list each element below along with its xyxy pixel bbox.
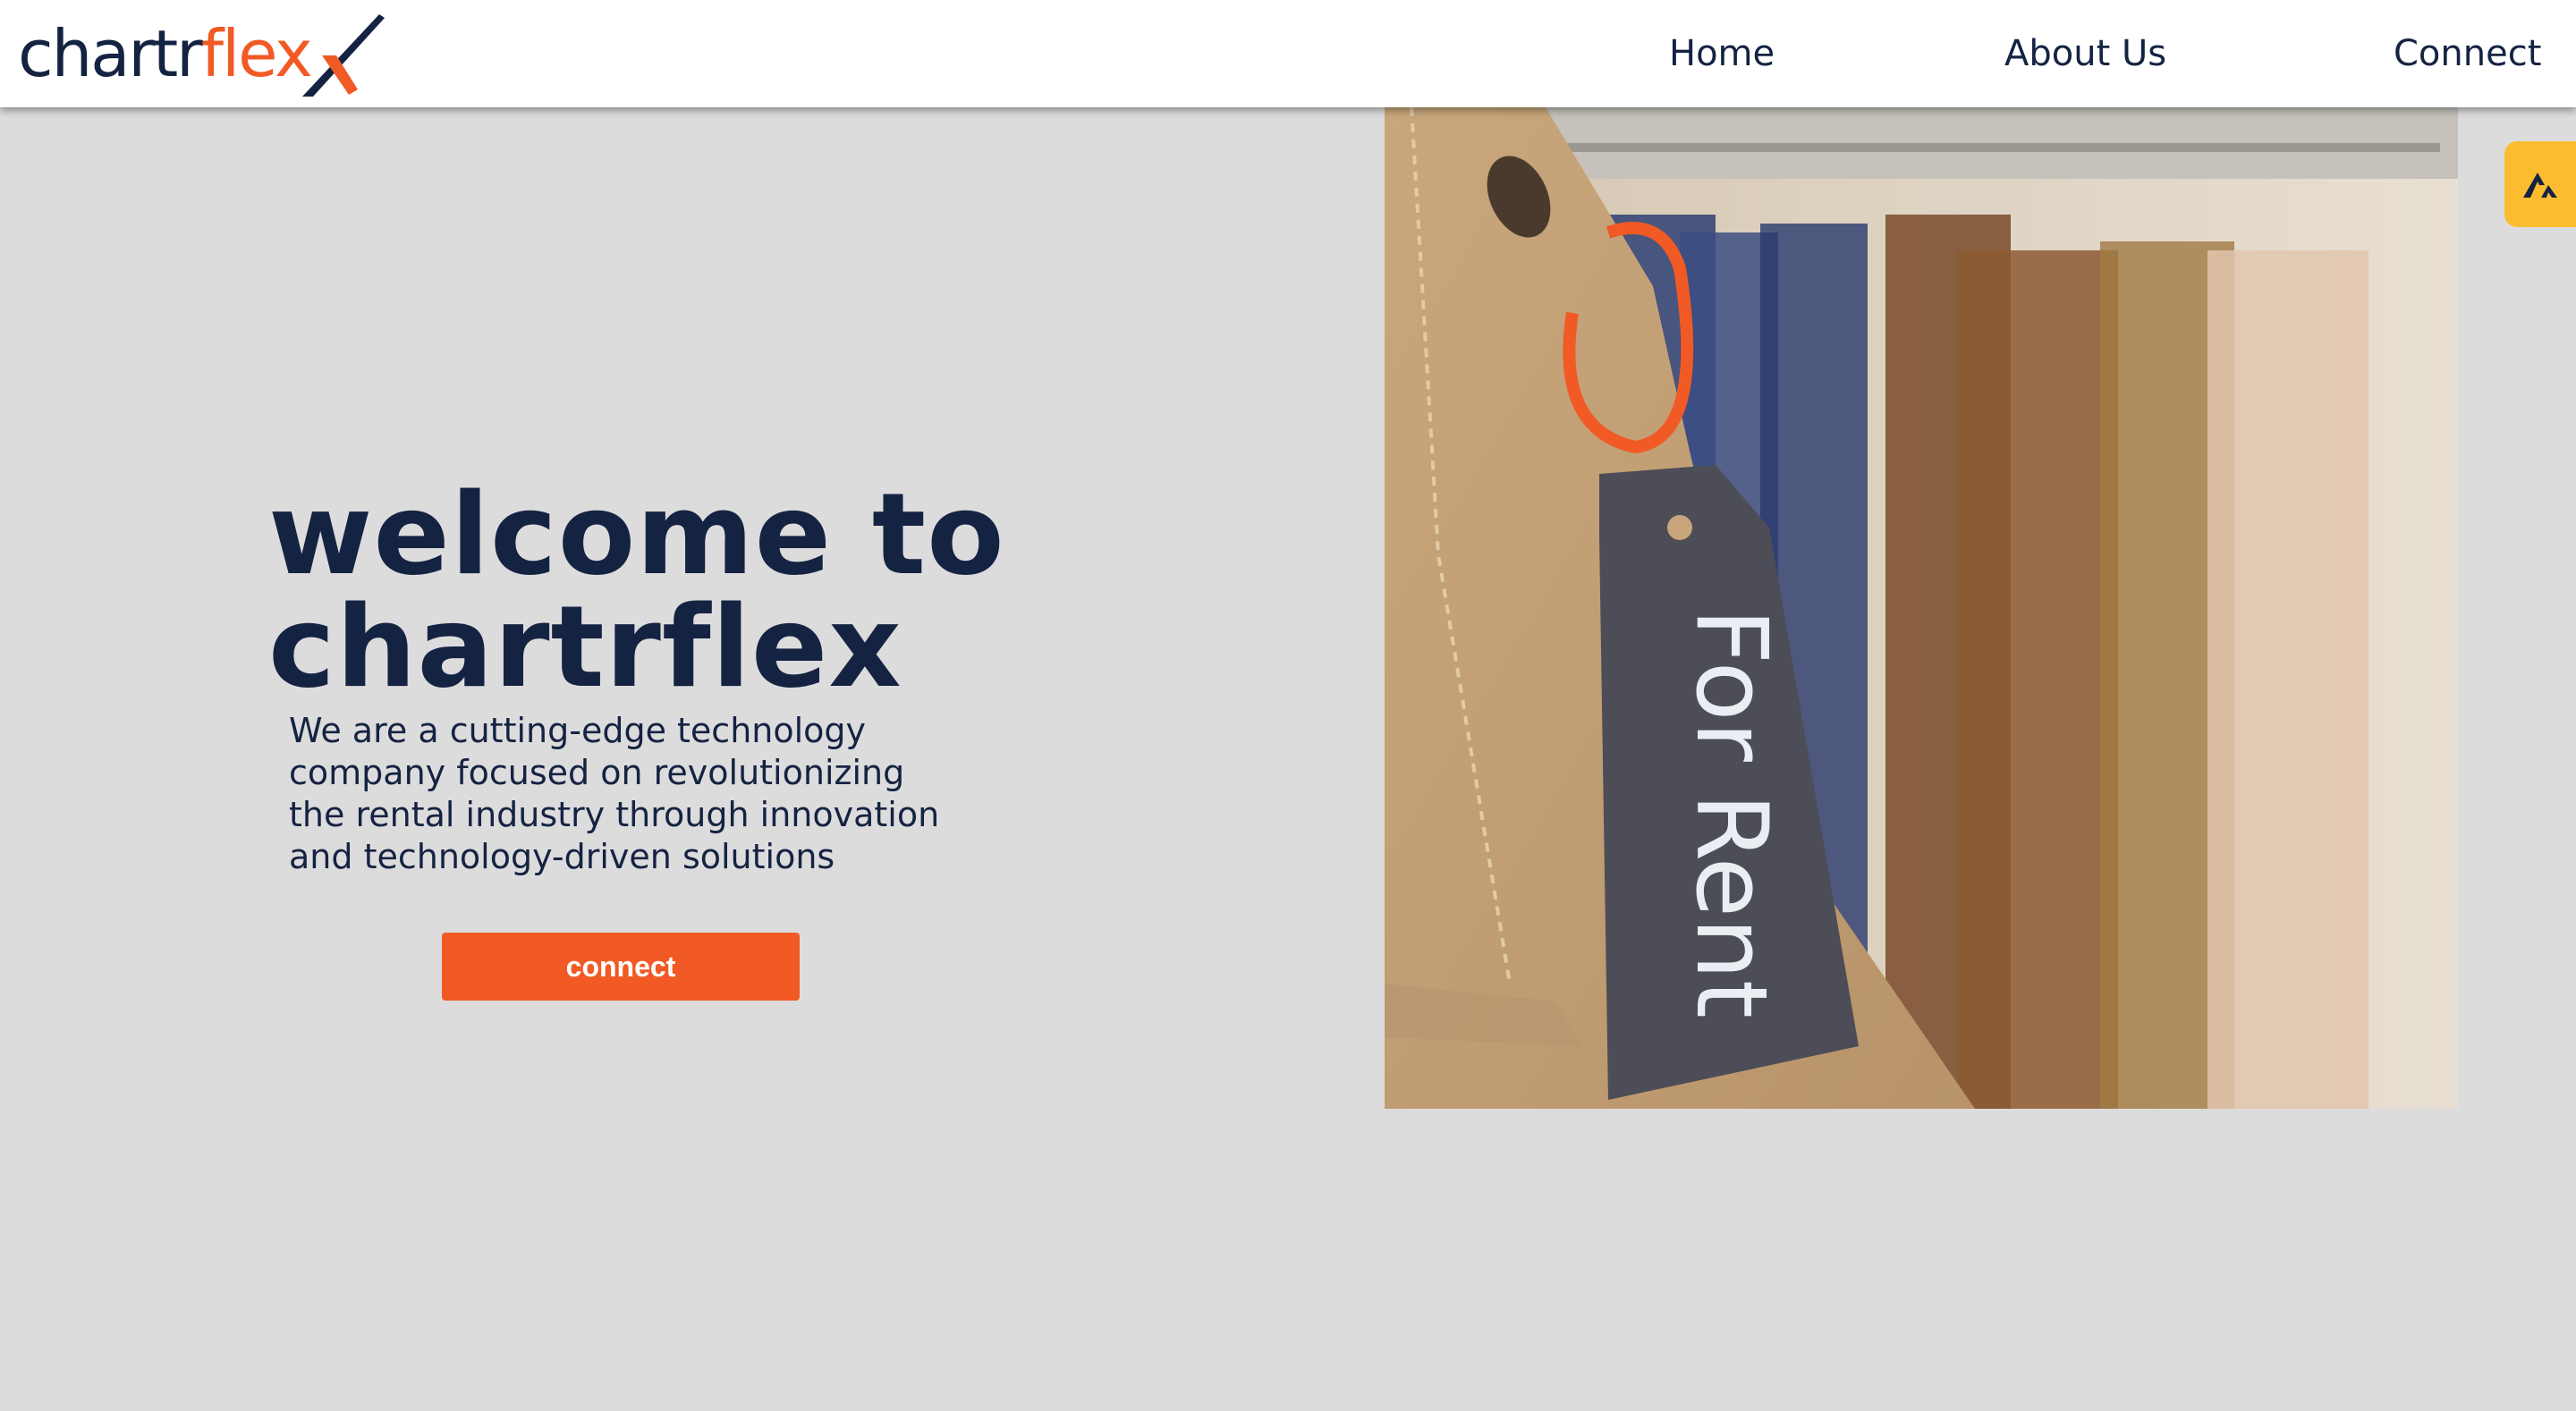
logo-x-mark-icon (302, 14, 385, 97)
hero-title-line2: chartrflex (268, 581, 902, 713)
hero-title: welcome to chartrflex (268, 478, 1073, 704)
tag-text: For Rent (1674, 608, 1789, 1018)
side-widget[interactable] (2504, 141, 2576, 227)
for-rent-tag-photo: For Rent (1385, 107, 2458, 1109)
connect-button[interactable]: connect (442, 933, 800, 1001)
nav-home[interactable]: Home (1669, 0, 1775, 107)
nav-about-us[interactable]: About Us (2004, 0, 2166, 107)
hero-description-line: and technology-driven solutions (289, 837, 835, 876)
hero-description: We are a cutting-edge technology company… (289, 710, 969, 878)
logo-wordmark: chartrflex (18, 16, 313, 91)
hero-description-line: We are a cutting-edge technology (289, 711, 867, 750)
chartrflex-logo[interactable]: chartrflex (18, 11, 385, 97)
hero-description-line: the rental industry through innovation (289, 795, 940, 834)
nav-connect[interactable]: Connect (2394, 0, 2541, 107)
arrow-logo-icon (2523, 173, 2557, 198)
hero-description-line: company focused on revolutionizing (289, 753, 905, 792)
hero-title-line1: welcome to (268, 469, 1005, 600)
hero-image: For Rent (1385, 107, 2458, 1109)
site-header: chartrflex Home About Us Connect (0, 0, 2576, 107)
